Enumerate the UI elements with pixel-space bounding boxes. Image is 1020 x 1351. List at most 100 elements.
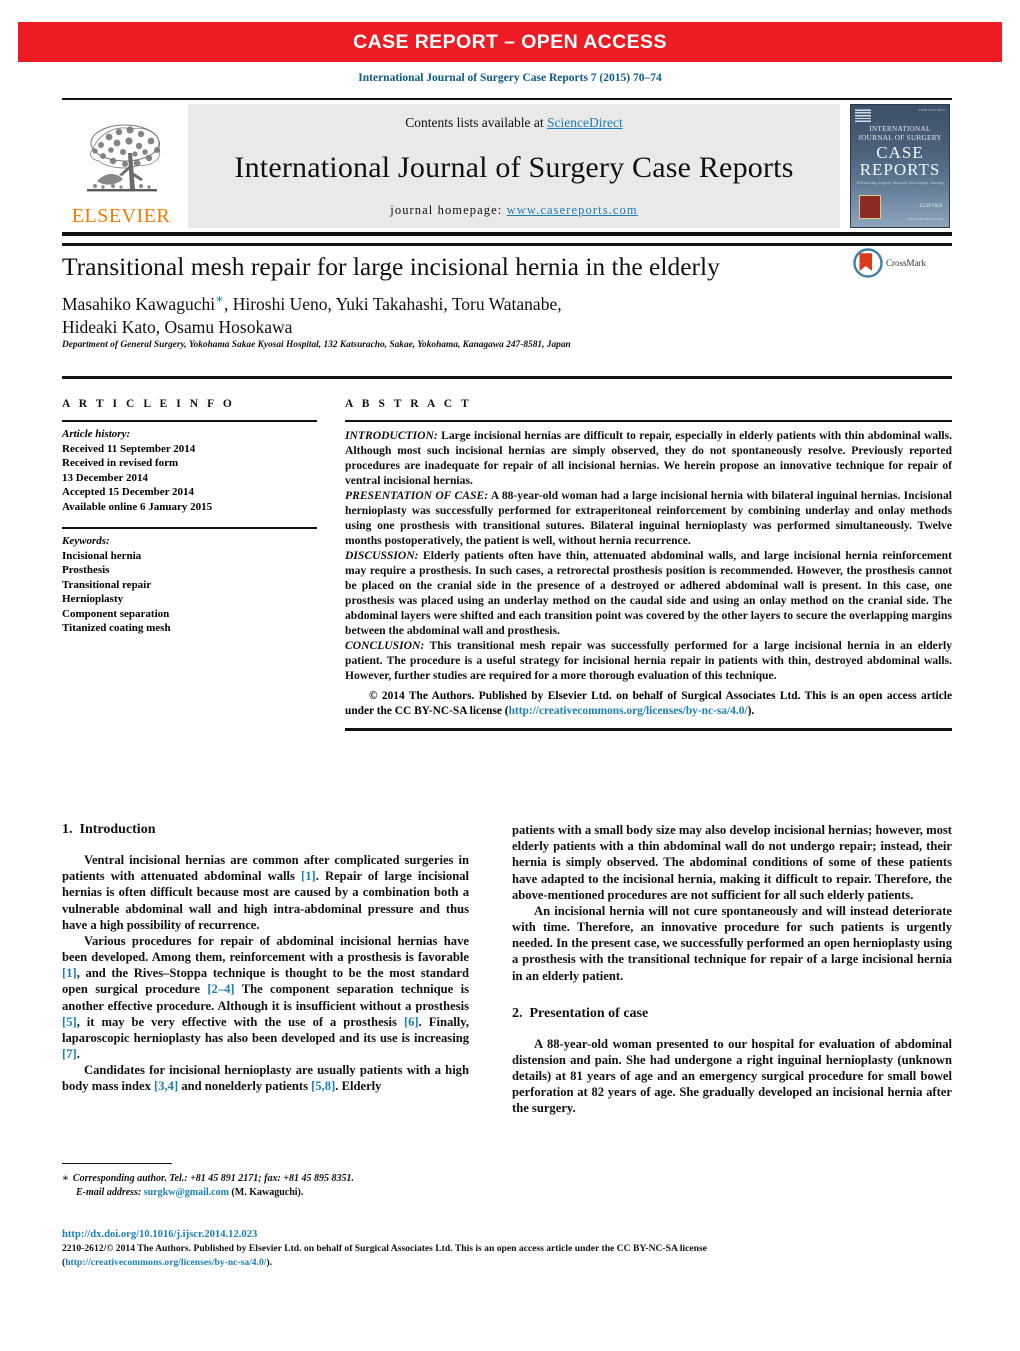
cover-url: www.casereports.com [907, 216, 943, 221]
license-link[interactable]: http://creativecommons.org/licenses/by-n… [65, 1257, 266, 1268]
section-number: 2. [512, 1005, 523, 1021]
article-info-rule [62, 420, 317, 422]
issn-copyright-text: 2210-2612/© 2014 The Authors. Published … [62, 1243, 707, 1255]
running-head: International Journal of Surgery Case Re… [0, 72, 1020, 84]
abstract-rule [345, 420, 952, 422]
abstract-paragraph: PRESENTATION OF CASE: A 88-year-old woma… [345, 488, 952, 548]
abstract-lead: PRESENTATION OF CASE: [345, 489, 489, 502]
abstract-paragraph: DISCUSSION: Elderly patients often have … [345, 548, 952, 638]
section-heading-introduction: 1. Introduction [62, 822, 469, 838]
history-item: Received in revised form [62, 457, 179, 470]
crossmark-badge[interactable]: CrossMark [853, 248, 926, 278]
journal-homepage-link[interactable]: www.casereports.com [507, 203, 638, 217]
keywords-rule [62, 527, 317, 530]
email-label: E-mail address: [76, 1186, 142, 1198]
article-history-label: Article history: [62, 428, 131, 440]
journal-masthead: ELSEVIER Contents lists available at Sci… [62, 98, 952, 236]
sciencedirect-link[interactable]: ScienceDirect [547, 115, 623, 130]
cover-seal-icon [859, 195, 881, 219]
article-info-column: A R T I C L E I N F O Article history: R… [62, 398, 317, 636]
homepage-prefix: journal homepage: [390, 203, 507, 217]
cover-big-case: CASE [876, 143, 924, 162]
abstract-copyright: © 2014 The Authors. Published by Elsevie… [345, 689, 952, 719]
keyword-item: Hernioplasty [62, 593, 124, 606]
crossmark-label: CrossMark [886, 258, 926, 268]
keyword-item: Incisional hernia [62, 549, 142, 562]
abstract-lead: DISCUSSION: [345, 549, 419, 562]
title-rule-top [62, 243, 952, 246]
cover-subtitle: Advancing surgery through knowledge shar… [856, 180, 944, 185]
banner-text: CASE REPORT – OPEN ACCESS [353, 30, 667, 53]
journal-article-page: CASE REPORT – OPEN ACCESS International … [0, 0, 1020, 1351]
paragraph-text: . [76, 1047, 80, 1062]
cover-big-reports: REPORTS [859, 160, 941, 179]
section-number: 1. [62, 822, 73, 837]
citation-ref[interactable]: [3,4] [154, 1079, 178, 1093]
abstract-heading: A B S T R A C T [345, 398, 472, 410]
paragraph: Ventral incisional hernias are common af… [62, 852, 469, 933]
keyword-item: Component separation [62, 607, 170, 620]
running-head-text: International Journal of Surgery Case Re… [358, 72, 662, 84]
citation-ref[interactable]: [1] [301, 869, 316, 883]
keyword-item: Transitional repair [62, 578, 152, 591]
journal-title: International Journal of Surgery Case Re… [234, 151, 794, 184]
authors-rest-line1: , Hiroshi Ueno, Yuki Takahashi, Toru Wat… [223, 293, 562, 314]
keyword-item: Prosthesis [62, 564, 110, 577]
elsevier-tree-icon [73, 119, 169, 205]
open-access-banner: CASE REPORT – OPEN ACCESS [18, 22, 1002, 62]
abstract-text: This transitional mesh repair was succes… [345, 639, 952, 682]
history-item: 13 December 2014 [62, 471, 148, 484]
paragraph: Various procedures for repair of abdomin… [62, 933, 469, 1062]
journal-header-band: Contents lists available at ScienceDirec… [188, 104, 840, 228]
abstract-lead: CONCLUSION: [345, 639, 425, 652]
footnote-rule [62, 1163, 172, 1164]
page-title: Transitional mesh repair for large incis… [62, 252, 720, 281]
citation-ref[interactable]: [7] [62, 1047, 77, 1061]
citation-ref[interactable]: [6] [404, 1015, 419, 1029]
paragraph: An incisional hernia will not cure spont… [512, 903, 952, 983]
citation-ref[interactable]: [5,8] [311, 1079, 335, 1093]
corresponding-author-note: Corresponding author. Tel.: +81 45 891 2… [72, 1173, 354, 1184]
footnote-marker: ∗ [62, 1173, 69, 1184]
cover-line-1: INTERNATIONAL [869, 125, 931, 133]
citation-ref[interactable]: [5] [62, 1015, 77, 1029]
abstract-text: Elderly patients often have thin, attenu… [345, 549, 952, 637]
authors-line2: Hideaki Kato, Osamu Hosokawa [62, 317, 293, 338]
abstract-lead: INTRODUCTION: [345, 429, 438, 442]
citation-ref[interactable]: [1] [62, 966, 77, 980]
doi-link[interactable]: http://dx.doi.org/10.1016/j.ijscr.2014.1… [62, 1229, 257, 1240]
cc-license-link[interactable]: http://creativecommons.org/licenses/by-n… [509, 705, 748, 717]
corresponding-author-marker: ∗ [215, 291, 224, 306]
crossmark-icon[interactable] [853, 248, 883, 278]
section-heading-presentation-of-case: 2. Presentation of case [512, 1006, 952, 1022]
license-paren-close: ). [266, 1256, 273, 1268]
contents-available-line: Contents lists available at ScienceDirec… [405, 115, 622, 131]
cover-image: ISSN 2210-2612 INTERNATIONAL JOURNAL OF … [850, 104, 950, 228]
paragraph-text: and nonelderly patients [178, 1079, 312, 1094]
footnote: ∗ Corresponding author. Tel.: +81 45 891 … [62, 1172, 472, 1200]
section-title: Presentation of case [529, 1005, 649, 1021]
paragraph-text: , it may be very effective with the use … [76, 1014, 404, 1029]
abstract-paragraph: CONCLUSION: This transitional mesh repai… [345, 638, 952, 683]
journal-homepage-line: journal homepage: www.casereports.com [390, 203, 637, 218]
title-rule-bottom [62, 376, 952, 379]
article-info-heading: A R T I C L E I N F O [62, 398, 235, 410]
issn-copyright-line: 2210-2612/© 2014 The Authors. Published … [62, 1242, 952, 1269]
cover-publisher: ELSEVIER [919, 204, 942, 209]
body-column-right: patients with a small body size may also… [512, 822, 952, 1117]
section-title: Introduction [79, 822, 156, 837]
journal-cover-thumbnail: ISSN 2210-2612 INTERNATIONAL JOURNAL OF … [848, 104, 952, 228]
author-list: Masahiko Kawaguchi∗, Hiroshi Ueno, Yuki … [62, 290, 842, 339]
keyword-item: Titanized coating mesh [62, 622, 171, 635]
copyright-close: ). [747, 704, 755, 717]
paragraph: patients with a small body size may also… [512, 823, 952, 902]
email-link[interactable]: surgkw@gmail.com [144, 1187, 229, 1198]
abstract-bottom-rule [345, 727, 952, 731]
cover-line-2: JOURNAL OF SURGERY [858, 134, 942, 142]
cover-top-row: ISSN 2210-2612 [855, 108, 945, 122]
doi-line: http://dx.doi.org/10.1016/j.ijscr.2014.1… [62, 1228, 952, 1242]
citation-ref[interactable]: [2–4] [207, 982, 234, 996]
author-first: Masahiko Kawaguchi [62, 293, 216, 314]
page-footer: http://dx.doi.org/10.1016/j.ijscr.2014.1… [62, 1228, 952, 1269]
